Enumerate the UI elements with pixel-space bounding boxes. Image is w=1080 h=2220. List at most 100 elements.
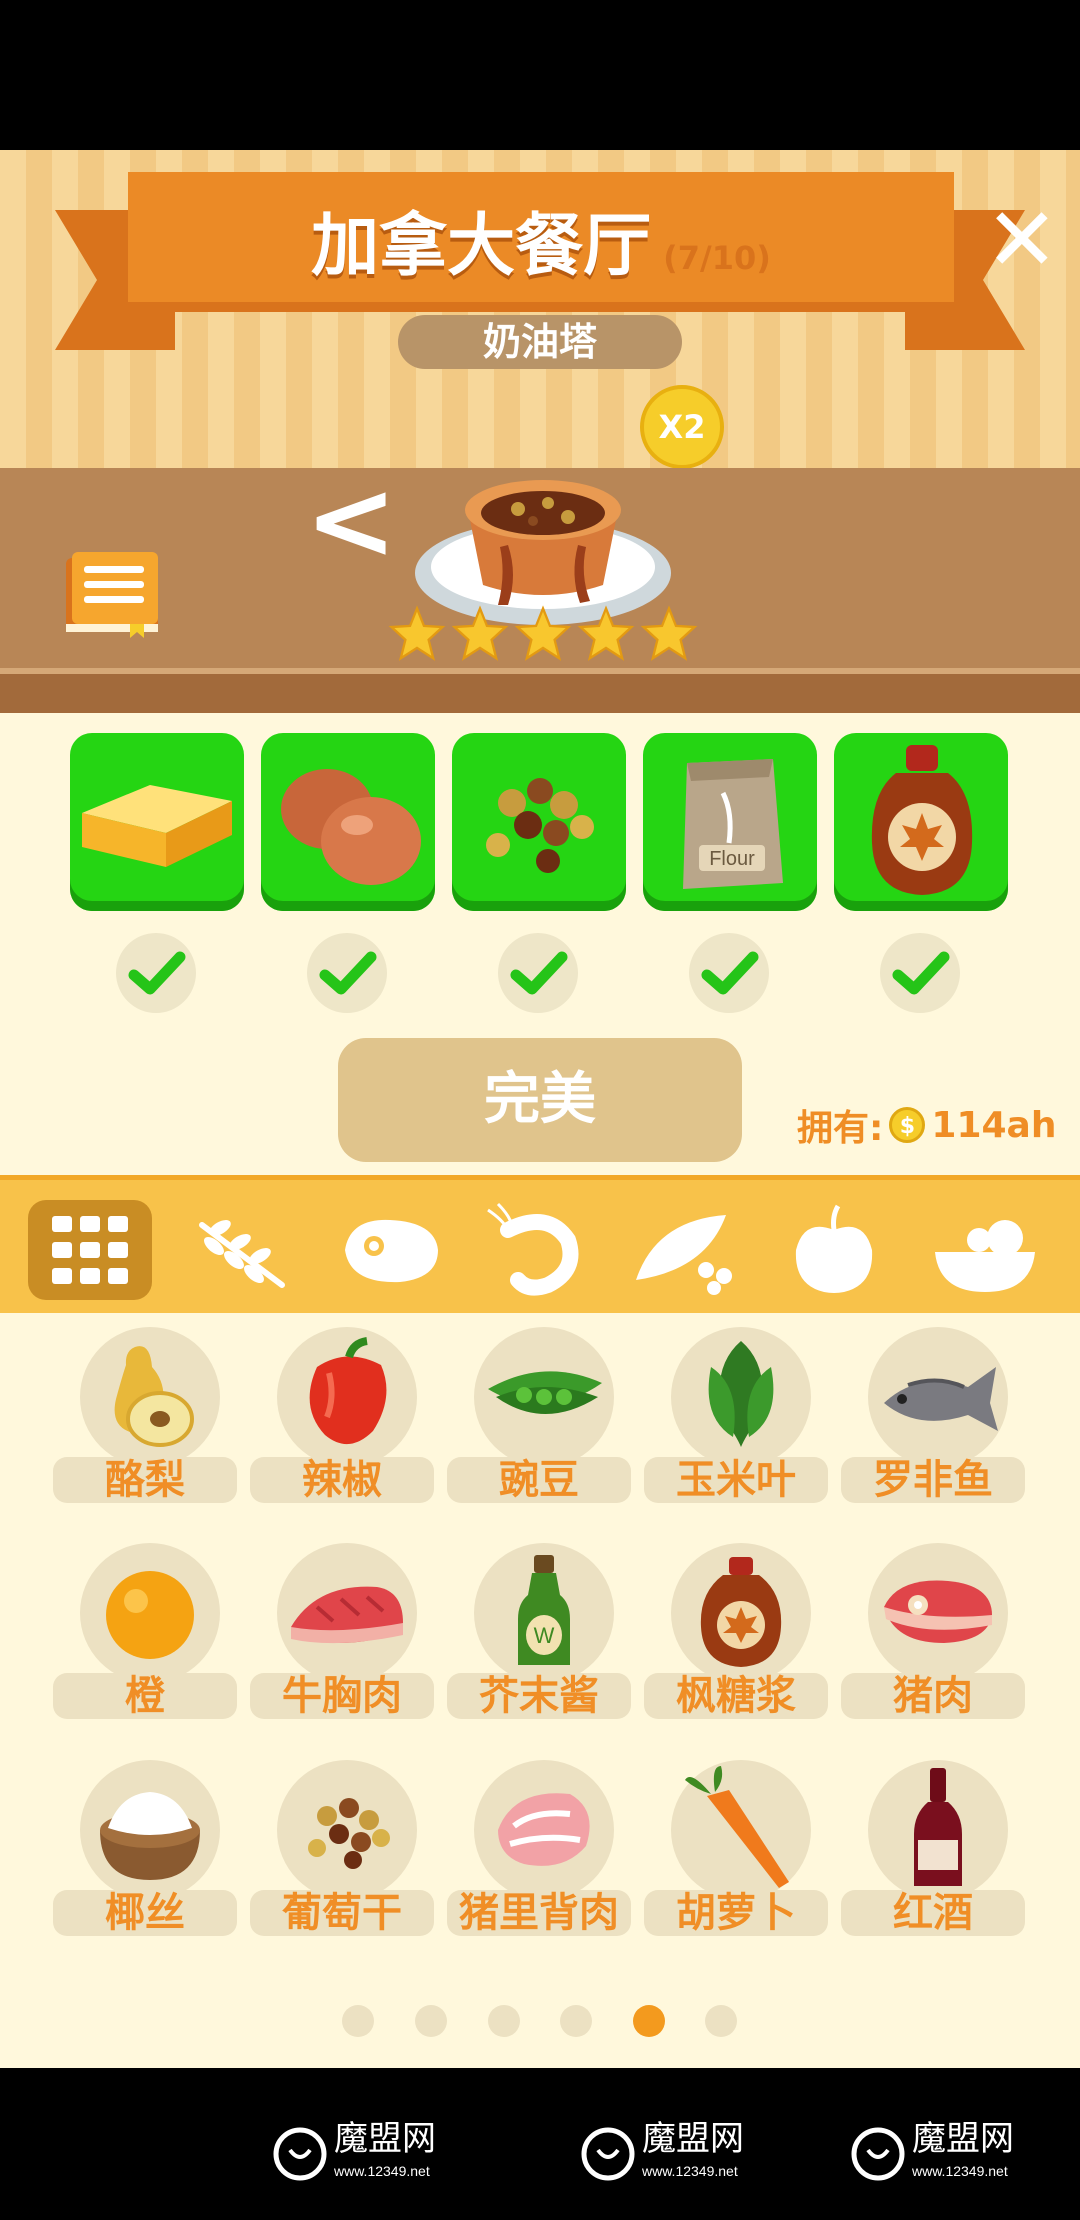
page-dot-active[interactable] [633, 2005, 665, 2037]
item-cell[interactable]: 橙 [53, 1543, 237, 1733]
item-label: 枫糖浆 [644, 1673, 828, 1719]
raisins-icon [486, 778, 594, 873]
item-cell[interactable]: 胡萝卜 [644, 1760, 828, 1950]
perfect-button[interactable]: 完美 [338, 1038, 742, 1162]
ingredient-slot[interactable] [834, 733, 1008, 911]
salad-bowl-icon[interactable] [925, 1200, 1045, 1300]
maple-syrup-icon [871, 745, 973, 895]
pea-pod-icon [488, 1371, 602, 1414]
item-cell[interactable]: 辣椒 [250, 1327, 434, 1517]
svg-text:www.12349.net: www.12349.net [911, 2163, 1008, 2179]
star-icon [577, 605, 635, 661]
item-label: 橙 [53, 1673, 237, 1719]
svg-text:www.12349.net: www.12349.net [333, 2163, 430, 2179]
apple-icon[interactable] [774, 1200, 894, 1300]
item-label: 豌豆 [447, 1457, 631, 1503]
item-cell[interactable]: 猪里背肉 [447, 1760, 631, 1950]
item-icon-bg [474, 1760, 614, 1900]
item-cell[interactable]: W 芥末酱 [447, 1543, 631, 1733]
star-icon [640, 605, 698, 661]
item-cell[interactable]: 枫糖浆 [644, 1543, 828, 1733]
wine-bottle-icon [914, 1768, 962, 1886]
mustard-bottle-icon: W [518, 1555, 570, 1665]
restaurant-name: 加拿大餐厅 [311, 207, 652, 286]
pork-loin-icon [498, 1793, 590, 1866]
item-icon-bg [671, 1327, 811, 1467]
item-icon-bg [80, 1327, 220, 1467]
checkmark-icon [892, 951, 950, 995]
item-cell[interactable]: 葡萄干 [250, 1760, 434, 1950]
item-cell[interactable]: 豌豆 [447, 1327, 631, 1517]
checkmark-icon [319, 951, 377, 995]
item-icon-bg [671, 1760, 811, 1900]
svg-text:魔盟网: 魔盟网 [334, 2119, 436, 2159]
maple-syrup-icon [700, 1557, 782, 1667]
watermark-logo: 魔盟网 www.12349.net [851, 2119, 1014, 2181]
item-icon-bg [868, 1760, 1008, 1900]
previous-dish-button[interactable]: < [305, 465, 397, 575]
ingredient-slot[interactable]: Flour [643, 733, 817, 911]
svg-text:Flour: Flour [709, 848, 755, 870]
wheat-icon[interactable] [182, 1200, 302, 1300]
dish-name: 奶油塔 [398, 315, 682, 369]
star-icon [514, 605, 572, 661]
coconut-icon [100, 1792, 200, 1880]
item-cell[interactable]: 猪肉 [841, 1543, 1025, 1733]
checkmark-icon [701, 951, 759, 995]
ingredient-check [307, 933, 387, 1013]
ingredient-slot[interactable] [70, 733, 244, 911]
watermark-logo: 魔盟网 www.12349.net [581, 2119, 744, 2181]
item-label: 罗非鱼 [841, 1457, 1025, 1503]
shelf-edge [0, 668, 1080, 719]
item-label: 胡萝卜 [644, 1890, 828, 1936]
ingredient-slot[interactable] [452, 733, 626, 911]
svg-text:W: W [534, 1623, 555, 1648]
item-cell[interactable]: 牛胸肉 [250, 1543, 434, 1733]
item-label: 猪里背肉 [447, 1890, 631, 1936]
flour-bag-icon: Flour [683, 759, 783, 889]
item-icon-bg [80, 1760, 220, 1900]
raisins-icon [308, 1798, 390, 1869]
item-icon-bg [277, 1327, 417, 1467]
shrimp-icon[interactable] [478, 1200, 598, 1300]
page-dot[interactable] [705, 2005, 737, 2037]
carrot-icon [685, 1766, 789, 1888]
star-icon [451, 605, 509, 661]
ingredient-slot[interactable] [261, 733, 435, 911]
item-icon-bg [868, 1327, 1008, 1467]
item-cell[interactable]: 椰丝 [53, 1760, 237, 1950]
item-cell[interactable]: 玉米叶 [644, 1327, 828, 1517]
beef-brisket-icon [291, 1586, 403, 1644]
item-label: 酪梨 [53, 1457, 237, 1503]
item-cell[interactable]: 红酒 [841, 1760, 1025, 1950]
item-label: 椰丝 [53, 1890, 237, 1936]
ingredient-check [116, 933, 196, 1013]
dish-rating [388, 605, 698, 665]
page-dot[interactable] [415, 2005, 447, 2037]
page-dot[interactable] [342, 2005, 374, 2037]
checkmark-icon [510, 951, 568, 995]
recipe-book-icon[interactable] [62, 550, 162, 638]
meat-icon[interactable] [330, 1200, 450, 1300]
category-tab-all[interactable] [28, 1200, 152, 1300]
item-icon-bg [80, 1543, 220, 1683]
pork-icon [884, 1580, 992, 1643]
butter-tart-icon [415, 480, 671, 625]
star-icon [388, 605, 446, 661]
svg-text:www.12349.net: www.12349.net [641, 2163, 738, 2179]
item-label: 猪肉 [841, 1673, 1025, 1719]
watermark-logo: 魔盟网 www.12349.net [273, 2119, 436, 2181]
item-cell[interactable]: 酪梨 [53, 1327, 237, 1517]
item-cell[interactable]: 罗非鱼 [841, 1327, 1025, 1517]
owned-currency: 拥有: $ 114ah [797, 1100, 1056, 1150]
peas-icon[interactable] [626, 1200, 746, 1300]
owned-label: 拥有: [797, 1108, 884, 1149]
butter-icon [82, 785, 232, 867]
leaves-icon [708, 1341, 774, 1447]
page-dot[interactable] [488, 2005, 520, 2037]
level-progress: (7/10) [663, 239, 771, 277]
page-dot[interactable] [560, 2005, 592, 2037]
orange-icon [106, 1571, 194, 1659]
fish-icon [884, 1367, 998, 1431]
close-button[interactable]: ✕ [985, 196, 1059, 284]
